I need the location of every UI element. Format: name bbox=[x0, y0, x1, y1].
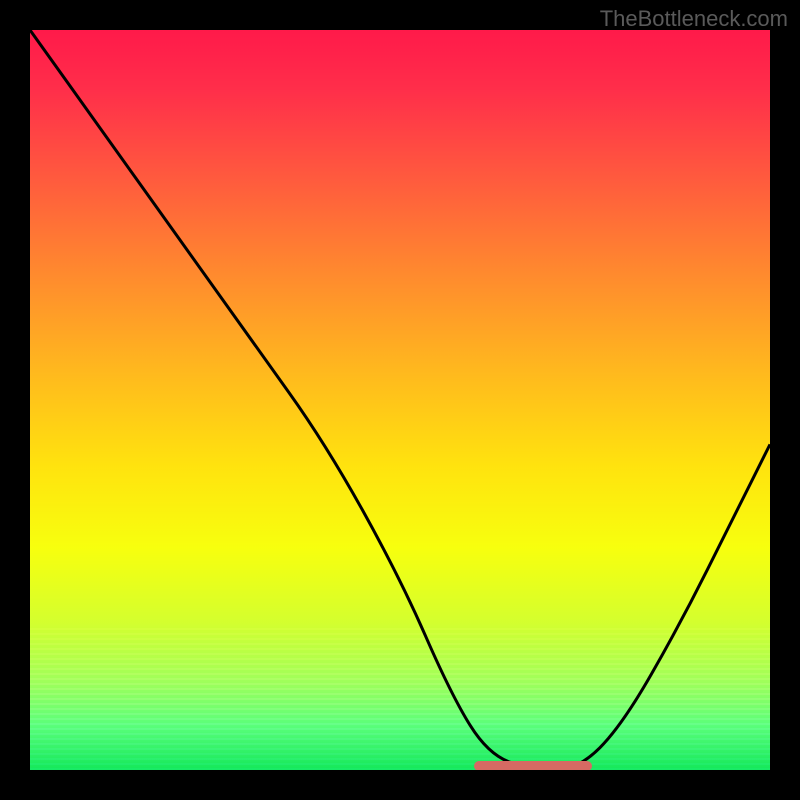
curve-layer bbox=[30, 30, 770, 770]
bottleneck-curve-path bbox=[30, 30, 770, 770]
site-watermark: TheBottleneck.com bbox=[600, 6, 788, 32]
optimal-region-marker bbox=[474, 761, 592, 770]
bottleneck-chart bbox=[30, 30, 770, 770]
